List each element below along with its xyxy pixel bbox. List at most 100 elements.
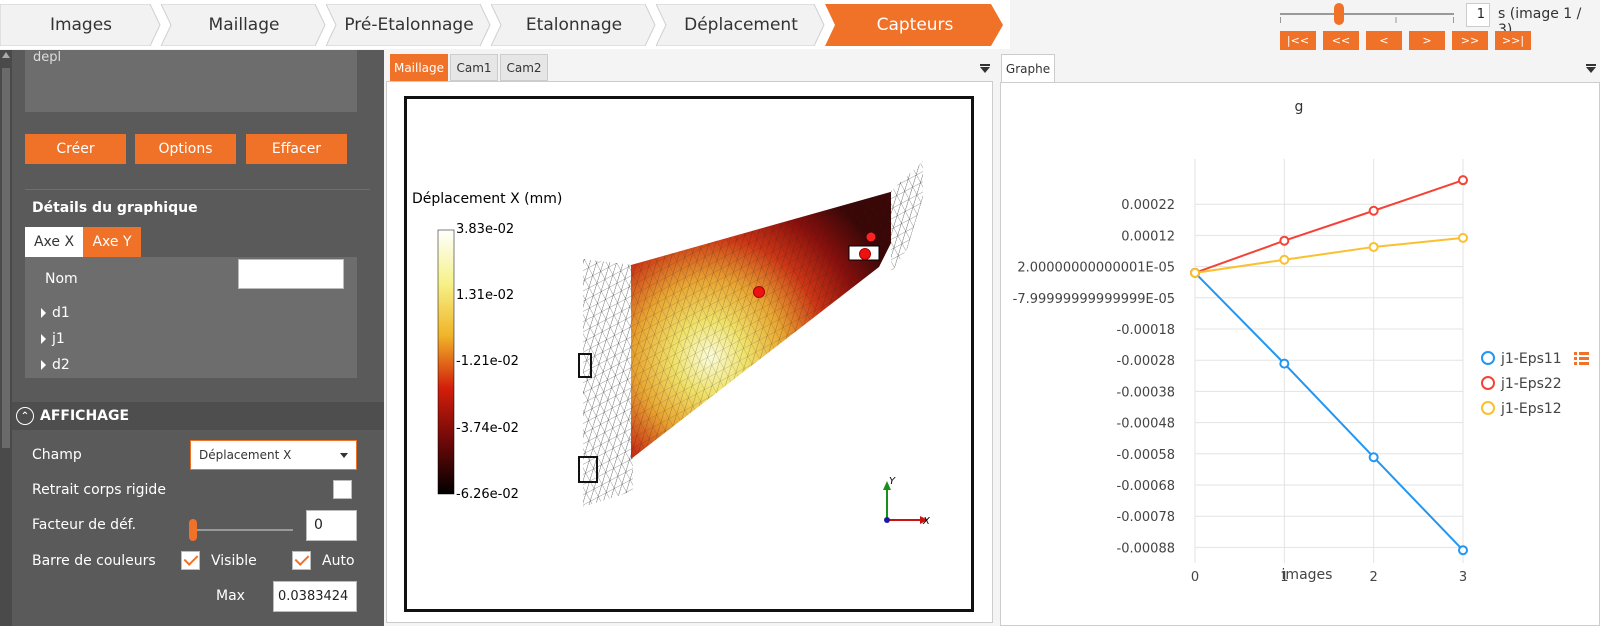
data-point[interactable] [1368, 205, 1379, 216]
step-pre-etalonnage[interactable]: Pré-Etalonnage [326, 4, 492, 46]
rigid-body-checkbox[interactable] [333, 480, 352, 499]
deformation-factor-handle[interactable] [189, 519, 197, 541]
prev-fast-button[interactable]: << [1323, 31, 1359, 50]
workflow-bar: Images Maillage Pré-Etalonnage Etalonnag… [0, 0, 1010, 49]
tab-graphe[interactable]: Graphe [1001, 54, 1055, 83]
legend-menu-icon[interactable] [1574, 352, 1589, 365]
frame-input[interactable]: 1 [1466, 3, 1490, 27]
colorbar-tick: -6.26e-02 [456, 487, 519, 502]
next-fast-button[interactable]: >> [1452, 31, 1488, 50]
y-tick-label: -0.00068 [1117, 479, 1175, 494]
data-point[interactable] [1368, 452, 1379, 463]
sensor-marker[interactable] [753, 286, 765, 298]
sensor-marker[interactable] [866, 232, 876, 242]
step-etalonnage[interactable]: Etalonnage [491, 4, 657, 46]
colorbar-tick: 3.83e-02 [456, 222, 514, 237]
deformation-factor-input[interactable]: 0 [306, 510, 357, 541]
graph-name-textarea[interactable]: depl [25, 50, 357, 112]
tree-item-j1[interactable]: j1 [41, 331, 65, 347]
graph-area: g 0.00022 0.00012 2.00000000000001E-05 -7.9… [1000, 82, 1600, 626]
y-tick-label: -0.00058 [1117, 448, 1175, 463]
create-button[interactable]: Créer [25, 134, 126, 164]
viewer-canvas[interactable]: Déplacement X (mm) 3.83e-02 1.31e-02 -1.… [404, 96, 974, 612]
viewer-frame: Déplacement X (mm) 3.83e-02 1.31e-02 -1.… [386, 81, 993, 623]
left-panel: depl Créer Options Effacer Détails du gr… [0, 50, 384, 626]
colorbar-label: Barre de couleurs [32, 553, 156, 569]
display-section-header[interactable]: ⌃ AFFICHAGE [12, 402, 384, 430]
tab-axis-x[interactable]: Axe X [25, 227, 83, 257]
y-tick-label: 0.00022 [1121, 198, 1175, 213]
legend-marker[interactable] [1481, 401, 1495, 415]
name-input[interactable] [238, 259, 344, 289]
step-maillage[interactable]: Maillage [161, 4, 327, 46]
graph-menu-icon[interactable] [1586, 64, 1596, 73]
data-point[interactable] [1279, 358, 1290, 369]
tree-item-label: d1 [52, 305, 70, 321]
next-frame-button[interactable]: > [1409, 31, 1445, 50]
deformation-factor-slider[interactable] [193, 529, 293, 531]
scroll-up-icon[interactable] [2, 52, 10, 58]
mesh-colored-surface [631, 191, 894, 459]
data-point[interactable] [1368, 241, 1379, 252]
data-point[interactable] [1279, 235, 1290, 246]
legend-marker[interactable] [1481, 351, 1495, 365]
tab-cam1[interactable]: Cam1 [450, 54, 498, 81]
rigid-body-label: Retrait corps rigide [32, 482, 166, 498]
viewer-menu-icon[interactable] [980, 64, 990, 73]
colorbar-auto-checkbox[interactable] [292, 551, 311, 570]
series-line [1194, 272, 1464, 551]
legend-marker[interactable] [1481, 376, 1495, 390]
axis-y-label: Y [889, 476, 896, 487]
step-label: Déplacement [684, 15, 798, 35]
y-tick-label: -0.00078 [1117, 510, 1175, 525]
prev-frame-button[interactable]: < [1366, 31, 1402, 50]
legend-label[interactable]: j1-Eps11 [1500, 351, 1562, 367]
colorbar-title: Déplacement X (mm) [412, 191, 562, 207]
frame-slider-handle[interactable] [1334, 3, 1344, 25]
step-images[interactable]: Images [0, 4, 162, 46]
max-input[interactable]: 0.0383424 [273, 581, 357, 612]
colorbar-visible-checkbox[interactable] [181, 551, 200, 570]
step-deplacement[interactable]: Déplacement [656, 4, 826, 46]
tree-item-d2[interactable]: d2 [41, 357, 70, 373]
x-axis-label: images [1282, 567, 1333, 583]
colorbar-tick: -3.74e-02 [456, 421, 519, 436]
field-select[interactable]: Déplacement X [190, 440, 357, 470]
scroll-thumb[interactable] [2, 68, 10, 448]
data-point[interactable] [1190, 267, 1200, 278]
data-point[interactable] [1458, 232, 1468, 243]
colorbar-tick: 1.31e-02 [456, 288, 514, 303]
data-point[interactable] [1458, 175, 1468, 186]
x-tick-label: 3 [1459, 570, 1467, 585]
step-label: Images [49, 15, 113, 35]
legend-label[interactable]: j1-Eps22 [1500, 376, 1562, 392]
divider [25, 189, 370, 190]
clear-button[interactable]: Effacer [246, 134, 347, 164]
tab-axis-y[interactable]: Axe Y [83, 227, 141, 257]
mesh-right-tip [891, 161, 923, 273]
field-label: Champ [32, 447, 82, 463]
expand-arrow-icon[interactable] [41, 308, 46, 318]
tree-item-label: j1 [52, 331, 65, 347]
tree-item-d1[interactable]: d1 [41, 305, 70, 321]
legend-label[interactable]: j1-Eps12 [1500, 401, 1562, 417]
step-capteurs[interactable]: Capteurs [825, 4, 1005, 46]
collapse-icon[interactable]: ⌃ [16, 407, 34, 425]
frame-slider-track[interactable] [1280, 13, 1454, 15]
first-frame-button[interactable]: |<< [1280, 31, 1316, 50]
tab-maillage[interactable]: Maillage [390, 54, 448, 81]
options-button[interactable]: Options [135, 134, 236, 164]
name-label: Nom [45, 271, 78, 287]
data-point[interactable] [1279, 254, 1290, 265]
sensor-marker[interactable] [859, 248, 871, 260]
expand-arrow-icon[interactable] [41, 334, 46, 344]
colorbar [437, 229, 455, 495]
chevron-down-icon [340, 453, 348, 458]
left-scrollbar[interactable] [0, 50, 12, 626]
y-tick-label: -0.00028 [1117, 354, 1175, 369]
mesh-left-flange [578, 259, 633, 507]
expand-arrow-icon[interactable] [41, 360, 46, 370]
last-frame-button[interactable]: >>| [1495, 31, 1531, 50]
tab-cam2[interactable]: Cam2 [500, 54, 548, 81]
data-point[interactable] [1458, 545, 1468, 556]
